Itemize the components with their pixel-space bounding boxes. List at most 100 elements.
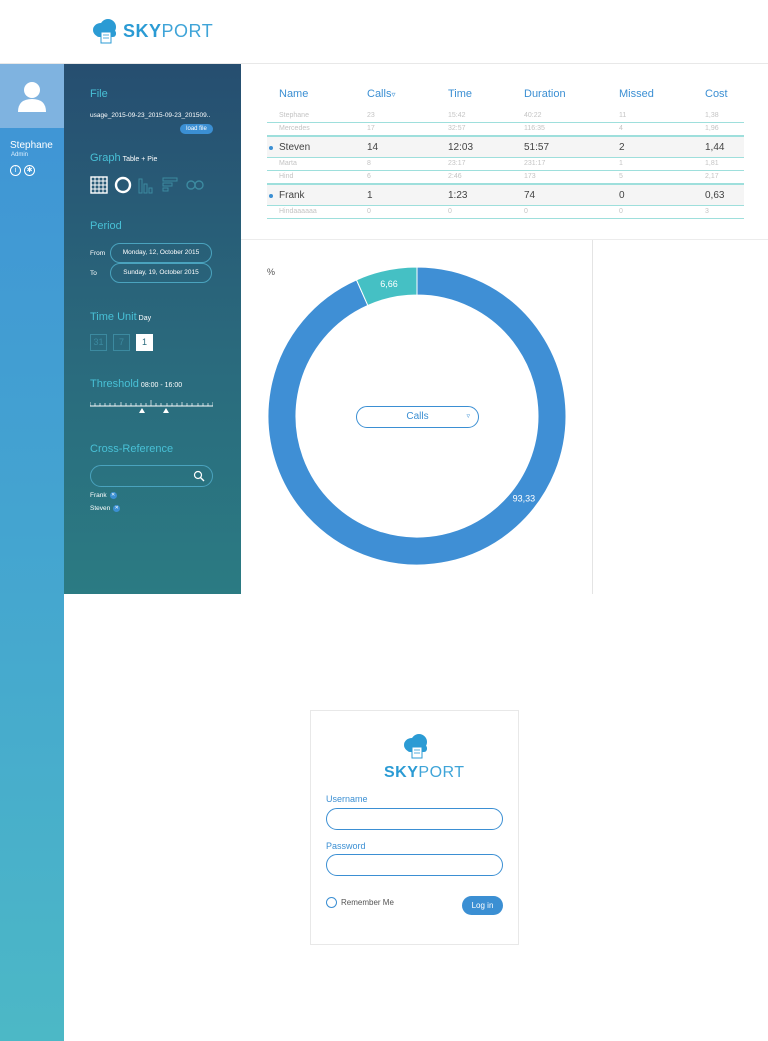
time-unit-day-option[interactable]: 1 — [136, 334, 153, 351]
cell-time: 32:57 — [448, 125, 466, 132]
cell-calls: 17 — [367, 125, 375, 132]
threshold-start-handle[interactable] — [139, 408, 145, 413]
gear-icon[interactable]: ✱ — [24, 165, 35, 176]
column-header-calls[interactable]: Calls▿ — [367, 88, 395, 100]
cell-duration: 40:22 — [524, 112, 542, 119]
table-body: Stephane 23 15:42 40:22 11 1,38 Mercedes 17 32:5… — [267, 110, 744, 219]
period-title: Period — [90, 220, 122, 232]
load-file-button[interactable]: load file — [180, 124, 213, 134]
cell-time: 2:46 — [448, 173, 462, 180]
donut-slice-label: 93,33 — [513, 494, 536, 504]
file-section-title: File — [90, 88, 108, 100]
file-title: File — [90, 88, 108, 100]
cell-name: Marta — [279, 160, 297, 167]
cross-reference-item-label: Frank — [90, 492, 107, 499]
username-field[interactable] — [326, 808, 503, 830]
donut-icon[interactable] — [114, 176, 132, 194]
cell-missed: 1 — [619, 160, 623, 167]
column-header-cost[interactable]: Cost — [705, 88, 728, 100]
infinity-icon[interactable] — [186, 176, 204, 194]
cell-missed: 0 — [619, 208, 623, 215]
remember-me-label: Remember Me — [341, 898, 394, 907]
sort-chevron-icon: ▿ — [391, 90, 396, 99]
table-row[interactable]: Hindaaaaaa 0 0 0 0 3 — [267, 206, 744, 219]
cell-duration: 173 — [524, 173, 536, 180]
time-unit-title: Time Unit — [90, 311, 137, 323]
cell-time: 12:03 — [448, 142, 474, 153]
cell-name: Steven — [279, 142, 311, 153]
user-name: Stephane — [10, 140, 53, 151]
data-table: Name Calls▿ Time Duration Missed Cost St… — [241, 64, 768, 240]
table-row[interactable]: Steven 14 12:03 51:57 2 1,44 — [267, 136, 744, 158]
cell-cost: 1,81 — [705, 160, 719, 167]
skyport-logo[interactable]: SKYPORT — [90, 16, 213, 46]
time-unit-month-option[interactable]: 31 — [90, 334, 107, 351]
cell-name: Hind — [279, 173, 294, 180]
remember-me-radio[interactable] — [326, 897, 337, 908]
cell-missed: 5 — [619, 173, 623, 180]
column-header-time[interactable]: Time — [448, 88, 472, 100]
logo-sky-text: SKY — [384, 764, 419, 781]
cell-duration: 116:35 — [524, 125, 545, 132]
selected-indicator-dot — [269, 194, 273, 198]
cell-calls: 14 — [367, 142, 379, 153]
cross-reference-title: Cross-Reference — [90, 443, 174, 455]
to-date-field[interactable]: Sunday, 19, October 2015 — [110, 263, 212, 283]
username-label: Username — [326, 794, 368, 804]
selected-indicator-dot — [269, 146, 273, 150]
to-label: To — [90, 269, 97, 277]
table-row[interactable]: Frank 1 1:23 74 0 0,63 — [267, 184, 744, 206]
cell-missed: 0 — [619, 190, 625, 201]
column-header-missed[interactable]: Missed — [619, 88, 654, 100]
password-field[interactable] — [326, 854, 503, 876]
remember-me[interactable]: Remember Me — [326, 897, 394, 908]
cell-duration: 74 — [524, 190, 536, 201]
top-header: SKYPORT — [0, 0, 768, 64]
search-icon[interactable] — [193, 470, 205, 482]
cell-time: 23:17 — [448, 160, 466, 167]
metric-select-value: Calls — [406, 411, 429, 422]
cell-time: 15:42 — [448, 112, 466, 119]
cell-calls: 6 — [367, 173, 371, 180]
avatar[interactable] — [0, 64, 64, 128]
user-sidebar: Stephane Admin i ✱ — [0, 64, 64, 1041]
donut-slice-label: 6,66 — [380, 279, 398, 289]
cell-time: 1:23 — [448, 190, 468, 201]
cell-time: 0 — [448, 208, 452, 215]
login-logo: SKYPORT — [381, 731, 464, 782]
cell-name: Hindaaaaaa — [279, 208, 317, 215]
cell-cost: 1,44 — [705, 142, 725, 153]
from-label: From — [90, 249, 106, 257]
threshold-title: Threshold — [90, 378, 139, 390]
chevron-down-icon: ▿ — [466, 413, 470, 420]
table-row[interactable]: Mercedes 17 32:57 116:35 4 1,96 — [267, 123, 744, 136]
time-unit-week-option[interactable]: 7 — [113, 334, 130, 351]
table-header: Name Calls▿ Time Duration Missed Cost — [267, 88, 744, 104]
horizontal-bar-icon[interactable] — [162, 176, 180, 194]
threshold-subtitle: 08:00 - 16:00 — [140, 382, 183, 389]
chart-panel: % 93,33 6,66 Calls ▿ — [241, 240, 593, 594]
login-button[interactable]: Log in — [462, 896, 503, 915]
bar-chart-icon[interactable] — [138, 176, 156, 194]
remove-icon[interactable]: ✕ — [113, 505, 121, 512]
cross-reference-search-input[interactable] — [90, 465, 213, 487]
column-header-name[interactable]: Name — [279, 88, 308, 100]
cloud-logo-icon — [93, 19, 116, 44]
info-icon[interactable]: i — [10, 165, 21, 176]
metric-select[interactable]: Calls ▿ — [356, 406, 479, 428]
table-icon[interactable] — [90, 176, 108, 194]
column-header-duration[interactable]: Duration — [524, 88, 566, 100]
table-row[interactable]: Hind 6 2:46 173 5 2,17 — [267, 171, 744, 184]
period-section-title: Period — [90, 220, 122, 232]
cross-reference-item-label: Steven — [90, 505, 111, 512]
cell-cost: 3 — [705, 208, 709, 215]
threshold-end-handle[interactable] — [163, 408, 169, 413]
logo-sky-text: SKY — [123, 20, 162, 41]
table-row[interactable]: Stephane 23 15:42 40:22 11 1,38 — [267, 110, 744, 123]
user-role: Admin — [11, 152, 29, 158]
remove-icon[interactable]: ✕ — [109, 492, 117, 499]
table-row[interactable]: Marta 8 23:17 231:17 1 1,81 — [267, 158, 744, 171]
from-date-field[interactable]: Monday, 12, October 2015 — [110, 243, 212, 263]
threshold-slider[interactable] — [90, 400, 213, 414]
cell-cost: 1,96 — [705, 125, 719, 132]
